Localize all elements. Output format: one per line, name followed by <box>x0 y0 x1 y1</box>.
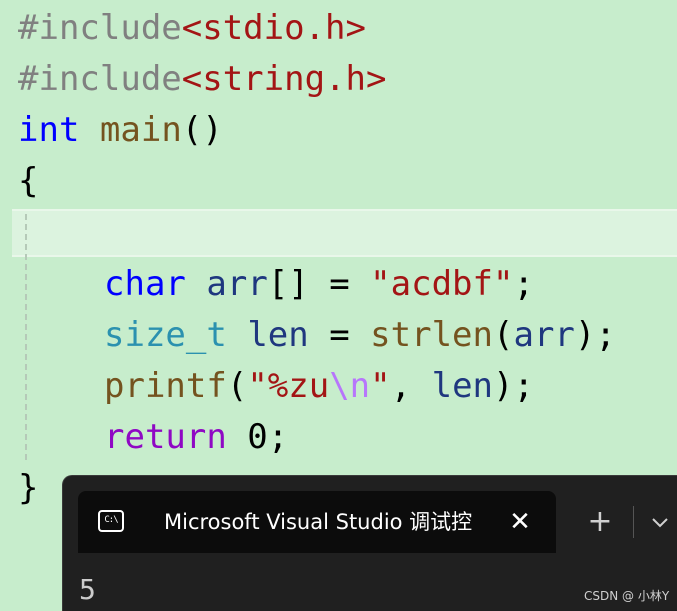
variable: len <box>431 366 494 406</box>
punctuation: ); <box>574 315 616 355</box>
punctuation: ); <box>493 366 534 406</box>
punctuation: , <box>390 366 432 406</box>
code-line-6: char arr[] = "acdbf"; <box>104 262 534 306</box>
string-literal: "%zu <box>247 366 330 406</box>
close-tab-button[interactable]: ✕ <box>505 491 535 553</box>
type-name: size_t <box>104 315 227 355</box>
include-header: <string.h> <box>181 59 387 99</box>
watermark: CSDN @ 小林Y <box>584 589 670 603</box>
string-literal: " <box>370 366 391 406</box>
string-literal: "acdbf" <box>370 264 514 304</box>
code-line-1: #include<stdio.h> <box>18 6 366 50</box>
punctuation: ( <box>226 366 248 406</box>
indent-guide <box>25 214 27 460</box>
terminal-icon: C:\ <box>98 510 124 532</box>
include-header: <stdio.h> <box>181 8 366 48</box>
code-line-3: int main() <box>18 108 223 152</box>
function-name: printf <box>104 366 227 406</box>
keyword: int <box>18 110 80 150</box>
open-brace: { <box>18 161 39 201</box>
escape-sequence: \n <box>329 366 371 406</box>
code-line-4: { <box>18 159 38 203</box>
chevron-down-icon[interactable] <box>645 502 675 542</box>
code-line-9: return 0; <box>104 415 288 459</box>
punctuation: () <box>181 110 223 150</box>
punctuation: ; <box>513 264 534 304</box>
close-brace: } <box>18 468 39 508</box>
punctuation: [] <box>267 264 309 304</box>
console-output: 5 <box>79 573 96 606</box>
tab-title: Microsoft Visual Studio 调试控 <box>164 510 473 534</box>
function-name: strlen <box>370 315 493 355</box>
code-line-2: #include<string.h> <box>18 57 386 101</box>
code-line-8: printf("%zu\n", len); <box>104 364 534 408</box>
variable: arr <box>513 315 575 355</box>
preprocessor-directive: #include <box>18 8 182 48</box>
preprocessor-directive: #include <box>18 59 182 99</box>
new-tab-button[interactable]: + <box>585 502 615 542</box>
operator: = <box>308 264 371 304</box>
variable: len <box>247 315 309 355</box>
code-line-7: size_t len = strlen(arr); <box>104 313 616 357</box>
operator: = <box>308 315 371 355</box>
return-value: 0; <box>226 417 289 457</box>
terminal-tab[interactable]: C:\ Microsoft Visual Studio 调试控 ✕ <box>78 491 556 553</box>
keyword: char <box>104 264 186 304</box>
keyword: return <box>104 417 227 457</box>
punctuation: ( <box>492 315 514 355</box>
function-name: main <box>99 110 182 150</box>
code-line-10: } <box>18 466 38 510</box>
current-line-highlight <box>12 209 677 257</box>
variable: arr <box>206 264 268 304</box>
tab-divider <box>633 506 634 538</box>
